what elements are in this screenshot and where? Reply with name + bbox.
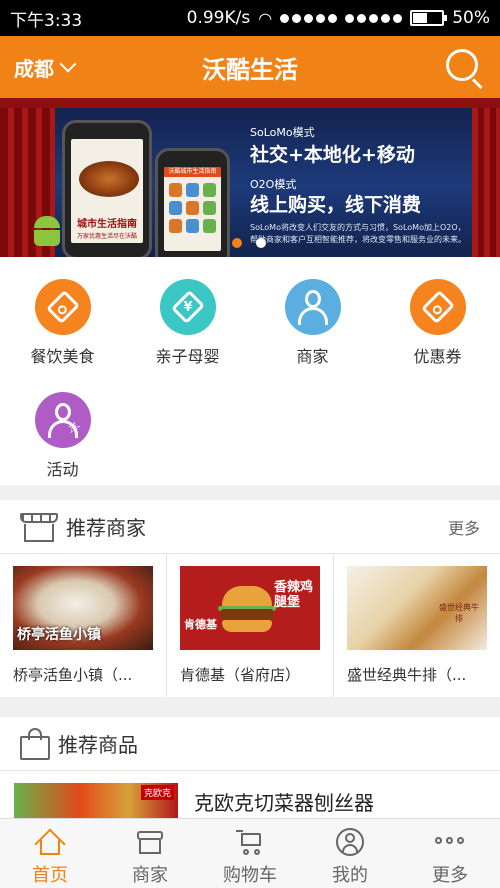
banner-line4: 线上购买，线下消费	[250, 194, 422, 216]
promo-banner[interactable]: 城市生活指南 万家优惠生活尽在沃酷 沃酷城市生活指南 SoLoMo模式 社交+本…	[0, 98, 500, 257]
store-icon	[135, 827, 165, 857]
more-icon	[435, 827, 465, 857]
tab-label: 更多	[432, 865, 468, 886]
battery-icon	[410, 10, 448, 26]
merchant-image: 桥亭活鱼小镇	[13, 566, 153, 650]
phone2-titlebar: 沃酷城市生活指南	[164, 167, 221, 177]
merchant-card[interactable]: 肯德基 香辣鸡腿堡 肯德基（省府店）	[167, 554, 334, 697]
tab-home[interactable]: 首页	[0, 819, 100, 888]
merchant-image: 盛世经典牛排	[347, 566, 487, 650]
category-parenting[interactable]: ¥ 亲子母婴	[125, 257, 250, 370]
tab-label: 商家	[132, 865, 168, 886]
category-coupon[interactable]: 优惠券	[375, 257, 500, 370]
tab-label: 购物车	[223, 865, 277, 886]
coupon-tag-icon	[409, 279, 466, 335]
banner-line5: SoLoMo将改变人们交友的方式与习惯，SoLoMo加上O2O，帮助商家和客户互…	[250, 223, 466, 244]
price-tag-icon: ¥	[159, 279, 216, 335]
cart-icon	[235, 827, 265, 857]
phone-illustration-2: 沃酷城市生活指南	[155, 148, 230, 257]
page-title: 沃酷生活	[202, 55, 298, 84]
banner-line1: SoLoMo模式	[250, 126, 315, 139]
goods-item[interactable]: 克欧克 克欧克切菜器刨丝器	[0, 771, 500, 821]
pager-dot[interactable]	[256, 238, 266, 248]
status-bar: 下午3:33 0.99K/s ◠ 50%	[0, 0, 500, 36]
category-grid: 餐饮美食 ¥ 亲子母婴 商家 优惠券 ☆ 活动	[0, 257, 500, 485]
tab-label: 首页	[32, 865, 68, 886]
tab-label: 我的	[332, 865, 368, 886]
category-label: 活动	[46, 460, 79, 479]
tab-cart[interactable]: 购物车	[200, 819, 300, 888]
category-label: 商家	[296, 347, 329, 366]
banner-pager	[232, 238, 266, 248]
category-food[interactable]: 餐饮美食	[0, 257, 125, 370]
storefront-icon	[20, 511, 58, 543]
category-merchant[interactable]: 商家	[250, 257, 375, 370]
city-selector[interactable]: 成都	[14, 53, 77, 82]
signal-icon-2	[345, 13, 403, 23]
merchant-card[interactable]: 桥亭活鱼小镇 桥亭活鱼小镇（...	[0, 554, 167, 697]
search-button[interactable]	[442, 45, 486, 90]
tag-icon	[34, 279, 91, 335]
curtain-right	[472, 98, 500, 257]
phone-caption: 城市生活指南	[77, 219, 137, 230]
more-merchants-link[interactable]: 更多	[448, 515, 480, 539]
goods-name: 克欧克切菜器刨丝器	[194, 791, 374, 815]
app-header: 成都 沃酷生活	[0, 36, 500, 98]
signal-icon	[280, 13, 338, 23]
category-label: 亲子母婴	[155, 347, 220, 366]
merchant-name: 桥亭活鱼小镇（...	[13, 666, 133, 684]
curtain-valance	[0, 98, 500, 108]
shopping-bag-icon	[20, 727, 50, 760]
city-name: 成都	[14, 56, 54, 81]
wifi-icon: ◠	[258, 8, 273, 28]
chevron-down-icon	[59, 55, 77, 73]
category-label: 优惠券	[413, 347, 462, 366]
merchant-image: 肯德基 香辣鸡腿堡	[180, 566, 320, 650]
profile-icon	[335, 827, 365, 857]
merchant-list: 桥亭活鱼小镇 桥亭活鱼小镇（... 肯德基 香辣鸡腿堡 肯德基（省府店） 盛世经…	[0, 554, 500, 697]
recommended-merchants-header: 推荐商家 更多	[0, 500, 500, 554]
category-activity[interactable]: ☆ 活动	[0, 370, 125, 483]
banner-line2: 社交+本地化+移动	[250, 144, 415, 166]
merchant-name: 肯德基（省府店）	[180, 666, 301, 684]
merchant-person-icon	[284, 279, 341, 335]
search-icon-handle	[471, 78, 483, 90]
bottom-tab-bar: 首页 商家 购物车 我的 更多	[0, 818, 500, 888]
status-time: 下午3:33	[10, 10, 83, 31]
tab-merchants[interactable]: 商家	[100, 819, 200, 888]
android-icon	[34, 216, 60, 246]
tab-profile[interactable]: 我的	[300, 819, 400, 888]
phone-subcaption: 万家优惠生活尽在沃酷	[76, 233, 137, 240]
app-grid-icon	[169, 183, 216, 233]
phone-illustration: 城市生活指南 万家优惠生活尽在沃酷	[62, 120, 152, 257]
pager-dot-active[interactable]	[232, 238, 242, 248]
category-label: 餐饮美食	[30, 347, 95, 366]
activity-star-icon: ☆	[34, 392, 91, 448]
goods-image: 克欧克	[14, 783, 178, 821]
recommended-goods-header: 推荐商品	[0, 717, 500, 771]
search-icon	[446, 49, 478, 81]
merchant-card[interactable]: 盛世经典牛排 盛世经典牛排（...	[334, 554, 500, 697]
home-icon	[34, 827, 66, 860]
battery-percent: 50%	[452, 8, 490, 28]
network-speed: 0.99K/s	[186, 8, 251, 28]
merchant-name: 盛世经典牛排（...	[347, 666, 467, 684]
dish-image	[79, 161, 139, 197]
section-title: 推荐商家	[66, 516, 146, 540]
tab-more[interactable]: 更多	[400, 819, 500, 888]
section-title: 推荐商品	[58, 733, 138, 757]
